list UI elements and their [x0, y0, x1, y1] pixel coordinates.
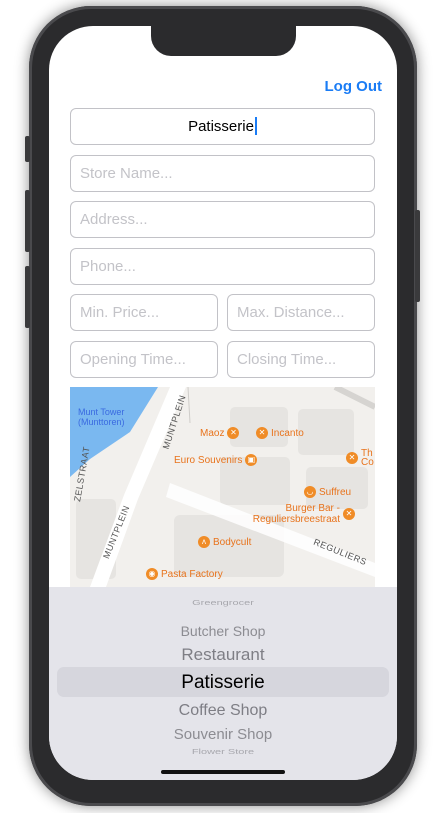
category-value: Patisserie [188, 118, 254, 135]
address-field[interactable]: Address... [70, 201, 375, 238]
home-indicator[interactable] [161, 770, 285, 774]
poi-maoz[interactable]: ✕ Maoz [200, 427, 240, 439]
max-distance-field[interactable]: Max. Distance... [227, 294, 375, 331]
mute-switch [25, 136, 30, 162]
fork-knife-icon: ✕ [227, 427, 240, 439]
fork-knife-icon: ✕ [346, 452, 358, 464]
picker-item[interactable]: Greengrocer [49, 599, 397, 607]
picker-item[interactable]: Butcher Shop [49, 623, 397, 639]
category-picker[interactable]: Greengrocer Butcher Shop Restaurant Pati… [49, 587, 397, 780]
app-screen: Log Out Patisserie Store Name... Address… [49, 26, 397, 780]
poi-suffreu[interactable]: ◡ Suffreu [304, 486, 351, 498]
picker-item-selected[interactable]: Patisserie [49, 672, 397, 694]
power-button [415, 210, 420, 302]
picker-item[interactable]: Restaurant [49, 645, 397, 665]
picker-item[interactable]: Flower Store [49, 748, 397, 756]
shopping-bag-icon: ▣ [245, 454, 258, 466]
poi-burger-bar[interactable]: Burger Bar - Reguliersbreestraat ✕ [232, 503, 355, 525]
dumbbell-icon: ʌ [198, 536, 210, 548]
picker-item[interactable]: Coffee Shop [49, 702, 397, 720]
poi-euro-souvenirs[interactable]: ▣ Euro Souvenirs [174, 454, 258, 466]
category-field[interactable]: Patisserie [70, 108, 375, 145]
pasta-icon: ◉ [146, 568, 158, 580]
phone-field[interactable]: Phone... [70, 248, 375, 285]
picker-item[interactable]: Souvenir Shop [49, 726, 397, 743]
poi-bodycult[interactable]: ʌ Bodycult [198, 536, 251, 548]
poi-incanto[interactable]: ✕ Incanto [256, 427, 304, 439]
volume-up-button [25, 190, 30, 252]
munt-tower-label: Munt Tower (Munttoren) [78, 407, 125, 427]
poi-pasta-factory[interactable]: ◉ Pasta Factory [146, 568, 223, 580]
map-view[interactable]: Munt Tower (Munttoren) MUNTPLEIN MUNTPLE… [70, 387, 375, 587]
fork-knife-icon: ✕ [343, 508, 355, 520]
min-price-field[interactable]: Min. Price... [70, 294, 218, 331]
coffee-cup-icon: ◡ [304, 486, 316, 498]
closing-time-field[interactable]: Closing Time... [227, 341, 375, 378]
store-name-field[interactable]: Store Name... [70, 155, 375, 192]
volume-down-button [25, 266, 30, 328]
fork-knife-icon: ✕ [256, 427, 268, 439]
log-out-button[interactable]: Log Out [325, 78, 382, 95]
notch [151, 26, 296, 56]
opening-time-field[interactable]: Opening Time... [70, 341, 218, 378]
text-cursor [254, 117, 257, 136]
poi-th-co[interactable]: ✕ Th Co [346, 449, 375, 468]
